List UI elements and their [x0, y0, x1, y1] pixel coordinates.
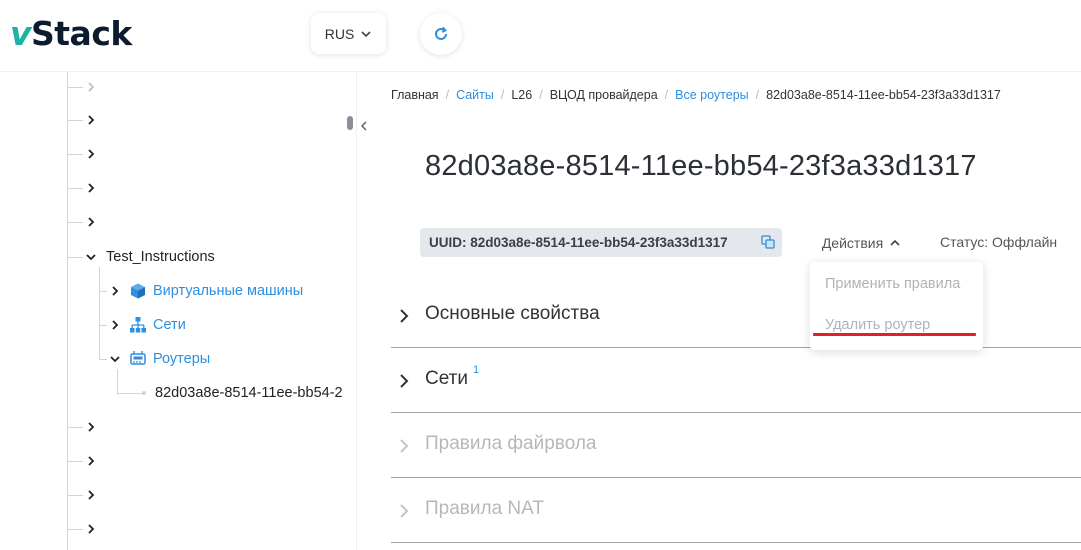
section-title: Основные свойства — [425, 303, 600, 324]
breadcrumb-all-routers[interactable]: Все роутеры — [675, 88, 749, 102]
breadcrumb-l26[interactable]: L26 — [511, 88, 532, 102]
tree-node-router-leaf[interactable]: 82d03a8e-8514-11ee-bb54-2 — [155, 383, 345, 403]
logo-v: v — [10, 14, 32, 53]
tree-connector — [67, 529, 83, 530]
section-title: Правила файрвола — [425, 433, 597, 454]
tree-connector — [67, 87, 83, 88]
sidebar-resize-handle[interactable] — [347, 116, 353, 130]
expand-chevron-icon[interactable] — [83, 419, 99, 435]
tree-line-leaf — [117, 369, 118, 393]
status-text: Статус: Оффлайн — [940, 234, 1058, 250]
highlight-underline — [813, 333, 976, 336]
tree-connector — [67, 427, 83, 428]
tree-node-virtual-machines[interactable]: Виртуальные машины — [153, 281, 303, 301]
tree-line — [67, 72, 68, 550]
section-title: Сети 1 — [425, 364, 479, 390]
expand-chevron-icon[interactable] — [83, 112, 99, 128]
breadcrumb-separator: / — [500, 88, 505, 102]
tree-node-networks[interactable]: Сети — [153, 315, 186, 335]
logo-text: Stack — [31, 14, 132, 53]
breadcrumb-separator: / — [664, 88, 669, 102]
tree-node-routers[interactable]: Роутеры — [153, 349, 210, 369]
leaf-dot — [142, 391, 146, 395]
section-count-badge: 1 — [472, 364, 480, 376]
language-label: RUS — [324, 25, 355, 42]
breadcrumb: Главная / Сайты / L26 / ВЦОД провайдера … — [391, 88, 1001, 102]
actions-dropdown-menu: Применить правила Удалить роутер — [810, 262, 983, 350]
chevron-left-icon — [360, 121, 367, 131]
section-title: Правила NAT — [425, 498, 545, 519]
uuid-chip[interactable]: UUID: 82d03a8e-8514-11ee-bb54-23f3a33d13… — [420, 228, 782, 257]
expand-chevron-icon[interactable] — [83, 146, 99, 162]
tree-connector — [67, 154, 83, 155]
chevron-right-icon — [400, 374, 409, 388]
chevron-up-icon — [890, 239, 900, 246]
sidebar-collapse-button[interactable] — [355, 112, 373, 140]
page-title: 82d03a8e-8514-11ee-bb54-23f3a33d1317 — [425, 150, 977, 182]
tree-connector — [67, 257, 83, 258]
breadcrumb-home[interactable]: Главная — [391, 88, 439, 102]
expand-chevron-icon[interactable] — [83, 79, 99, 95]
expand-chevron-icon[interactable] — [107, 317, 123, 333]
chevron-right-icon — [400, 504, 409, 518]
tree-connector — [99, 359, 107, 360]
expand-chevron-icon[interactable] — [83, 521, 99, 537]
tree-connector — [67, 495, 83, 496]
breadcrumb-vdc[interactable]: ВЦОД провайдера — [550, 88, 658, 102]
tree-connector — [67, 120, 83, 121]
chevron-right-icon — [400, 309, 409, 323]
refresh-icon — [435, 26, 447, 40]
copy-icon[interactable] — [761, 235, 775, 249]
tree-node-test-instructions[interactable]: Test_Instructions — [106, 247, 215, 267]
tree-connector — [99, 325, 107, 326]
expand-chevron-icon[interactable] — [83, 453, 99, 469]
section-nat-rules: Правила NAT — [391, 478, 1081, 543]
expand-chevron-icon[interactable] — [83, 214, 99, 230]
section-title-text: Сети — [425, 368, 468, 389]
actions-label: Действия — [821, 234, 884, 251]
tree-line-nested — [99, 267, 100, 359]
top-header: vStack RUS — [0, 0, 1081, 72]
cube-icon — [131, 283, 145, 299]
breadcrumb-sites[interactable]: Сайты — [456, 88, 494, 102]
expand-chevron-icon[interactable] — [107, 283, 123, 299]
section-networks[interactable]: Сети 1 — [391, 348, 1081, 413]
menu-item-delete-router[interactable]: Удалить роутер — [825, 317, 930, 333]
expand-chevron-icon[interactable] — [83, 487, 99, 503]
refresh-button[interactable] — [420, 13, 462, 55]
tree-connector — [117, 393, 143, 394]
uuid-label: UUID: 82d03a8e-8514-11ee-bb54-23f3a33d13… — [429, 235, 728, 250]
router-icon — [130, 351, 146, 365]
vstack-logo[interactable]: vStack — [10, 14, 132, 54]
menu-item-apply-rules[interactable]: Применить правила — [825, 276, 960, 292]
tree-connector — [67, 461, 83, 462]
navigation-tree: Test_Instructions Виртуальные машины Сет… — [0, 72, 357, 550]
actions-button[interactable]: Действия — [809, 228, 914, 257]
tree-connector — [67, 188, 83, 189]
network-icon — [130, 317, 146, 333]
expand-chevron-icon[interactable] — [83, 180, 99, 196]
chevron-down-icon — [361, 30, 371, 37]
collapse-chevron-icon[interactable] — [83, 249, 99, 265]
breadcrumb-separator: / — [445, 88, 450, 102]
section-firewall-rules: Правила файрвола — [391, 413, 1081, 478]
collapse-chevron-icon[interactable] — [107, 351, 123, 367]
breadcrumb-current: 82d03a8e-8514-11ee-bb54-23f3a33d1317 — [766, 88, 1001, 102]
chevron-right-icon — [400, 439, 409, 453]
tree-connector — [67, 222, 83, 223]
tree-connector — [99, 291, 107, 292]
breadcrumb-separator: / — [539, 88, 543, 102]
breadcrumb-separator: / — [755, 88, 760, 102]
language-selector[interactable]: RUS — [311, 13, 386, 54]
